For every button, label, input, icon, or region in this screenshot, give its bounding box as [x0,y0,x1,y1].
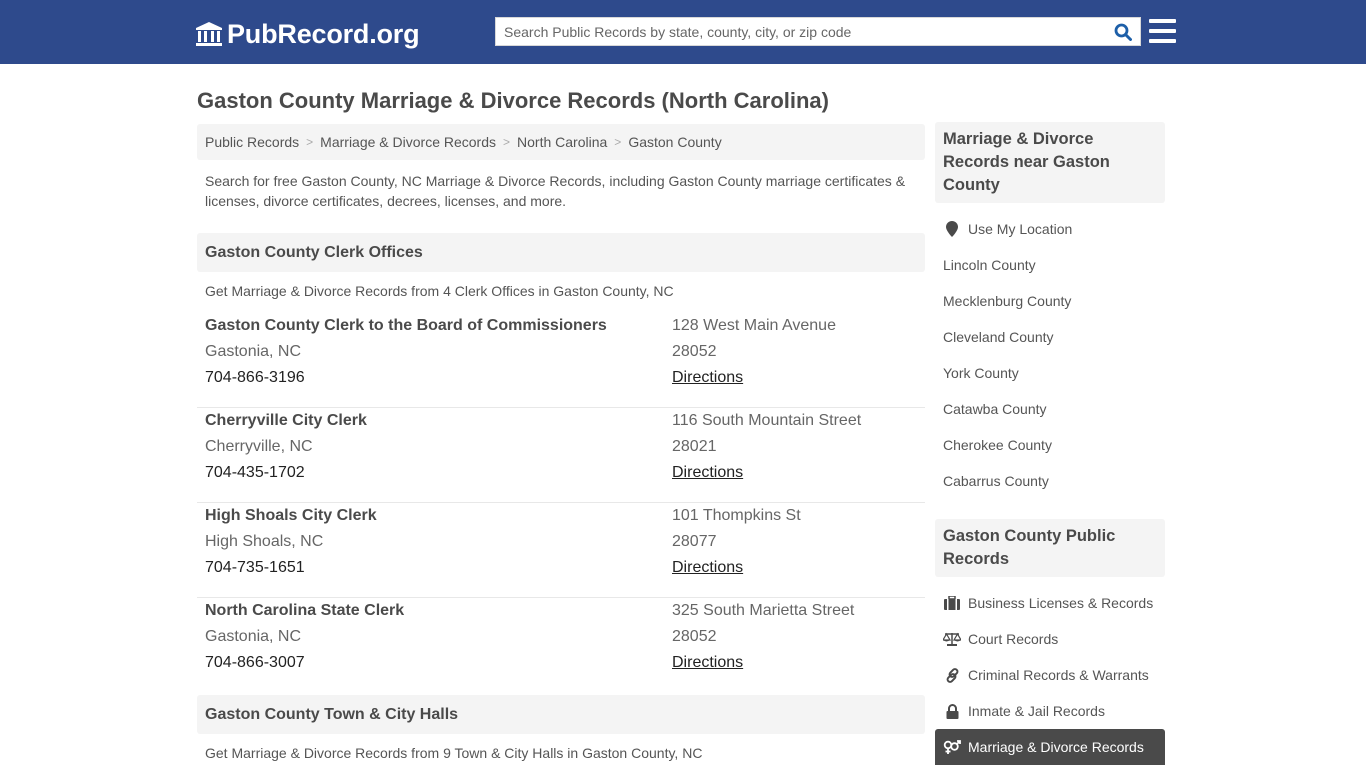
courthouse-icon [196,22,222,46]
intro-text: Search for free Gaston County, NC Marria… [205,173,906,209]
office-zip: 28052 [672,343,717,360]
inmate-records-link[interactable]: Inmate & Jail Records [935,693,1165,729]
office-listing: North Carolina State Clerk Gastonia, NC … [197,598,925,693]
search-input[interactable] [496,18,1106,45]
marriage-divorce-records-link[interactable]: Marriage & Divorce Records [935,729,1165,765]
criminal-records-link[interactable]: Criminal Records & Warrants [935,657,1165,693]
clerk-office-list: Gaston County Clerk to the Board of Comm… [197,313,925,693]
nearby-county-link[interactable]: Cleveland County [935,319,1165,355]
public-records-heading: Gaston County Public Records [935,519,1165,577]
office-phone[interactable]: 704-735-1651 [205,555,377,581]
office-listing: Gaston County Clerk to the Board of Comm… [197,313,925,408]
nearby-county-list: Use My Location Lincoln County Mecklenbu… [935,211,1165,499]
nearby-county-link[interactable]: Cabarrus County [935,463,1165,499]
office-name[interactable]: Gaston County Clerk to the Board of Comm… [205,313,607,339]
menu-bar [1149,39,1176,43]
breadcrumb: Public Records > Marriage & Divorce Reco… [197,124,925,160]
breadcrumb-separator: > [503,135,511,149]
court-records-label: Court Records [968,631,1059,647]
office-zip: 28052 [672,628,717,645]
directions-link[interactable]: Directions [672,654,743,671]
link-icon [943,667,961,683]
office-address: 325 South Marietta Street [672,602,855,619]
directions-link[interactable]: Directions [672,464,743,481]
office-listing: High Shoals City Clerk High Shoals, NC 7… [197,503,925,598]
office-city: Gastonia, NC [205,343,302,360]
court-records-link[interactable]: Court Records [935,621,1165,657]
breadcrumb-separator: > [614,135,622,149]
town-city-halls-heading: Gaston County Town & City Halls [197,695,925,734]
venus-mars-icon [943,739,961,755]
site-logo[interactable]: PubRecord.org [195,18,420,50]
office-phone[interactable]: 704-435-1702 [205,460,367,486]
logo-text: PubRecord.org [227,18,420,49]
breadcrumb-public-records[interactable]: Public Records [205,134,299,150]
main-content: Public Records > Marriage & Divorce Reco… [197,124,925,761]
inmate-records-label: Inmate & Jail Records [968,703,1105,719]
office-address: 101 Thompkins St [672,507,801,524]
business-licenses-link[interactable]: Business Licenses & Records [935,585,1165,621]
search-button[interactable] [1106,18,1140,45]
office-name[interactable]: High Shoals City Clerk [205,503,377,529]
nearby-records-heading: Marriage & Divorce Records near Gaston C… [935,122,1165,203]
office-name[interactable]: Cherryville City Clerk [205,408,367,434]
use-my-location-label: Use My Location [968,221,1073,237]
clerk-offices-description: Get Marriage & Divorce Records from 4 Cl… [205,283,674,299]
nearby-county-link[interactable]: Lincoln County [935,247,1165,283]
breadcrumb-separator: > [306,135,314,149]
sidebar: Marriage & Divorce Records near Gaston C… [935,122,1165,765]
nearby-county-link[interactable]: York County [935,355,1165,391]
nearby-county-link[interactable]: Cherokee County [935,427,1165,463]
clerk-offices-heading: Gaston County Clerk Offices [197,233,925,272]
menu-bar [1149,19,1176,23]
lock-icon [943,703,961,719]
use-my-location-button[interactable]: Use My Location [935,211,1165,247]
office-address: 128 West Main Avenue [672,317,836,334]
office-listing: Cherryville City Clerk Cherryville, NC 7… [197,408,925,503]
office-address: 116 South Mountain Street [672,412,862,429]
nearby-county-link[interactable]: Catawba County [935,391,1165,427]
criminal-records-label: Criminal Records & Warrants [968,667,1149,683]
public-records-list: Business Licenses & Records Court Record… [935,585,1165,765]
directions-link[interactable]: Directions [672,559,743,576]
search-icon [1114,23,1132,41]
balance-scale-icon [943,631,961,647]
office-city: Cherryville, NC [205,438,313,455]
marriage-divorce-records-label: Marriage & Divorce Records [968,739,1144,755]
office-city: High Shoals, NC [205,533,324,550]
directions-link[interactable]: Directions [672,369,743,386]
nearby-county-link[interactable]: Mecklenburg County [935,283,1165,319]
office-city: Gastonia, NC [205,628,302,645]
map-marker-icon [943,221,961,237]
office-phone[interactable]: 704-866-3007 [205,650,404,676]
top-navbar: PubRecord.org [0,0,1366,64]
briefcase-icon [943,595,961,611]
page-title: Gaston County Marriage & Divorce Records… [197,88,829,113]
office-zip: 28021 [672,438,717,455]
office-name[interactable]: North Carolina State Clerk [205,598,404,624]
town-city-halls-description: Get Marriage & Divorce Records from 9 To… [205,745,703,761]
hamburger-menu-button[interactable] [1149,19,1176,43]
menu-bar [1149,29,1176,33]
office-zip: 28077 [672,533,717,550]
breadcrumb-marriage-divorce[interactable]: Marriage & Divorce Records [320,134,496,150]
breadcrumb-north-carolina[interactable]: North Carolina [517,134,607,150]
business-licenses-label: Business Licenses & Records [968,595,1154,611]
office-phone[interactable]: 704-866-3196 [205,365,607,391]
search-bar [495,17,1141,46]
breadcrumb-gaston-county[interactable]: Gaston County [628,134,721,150]
